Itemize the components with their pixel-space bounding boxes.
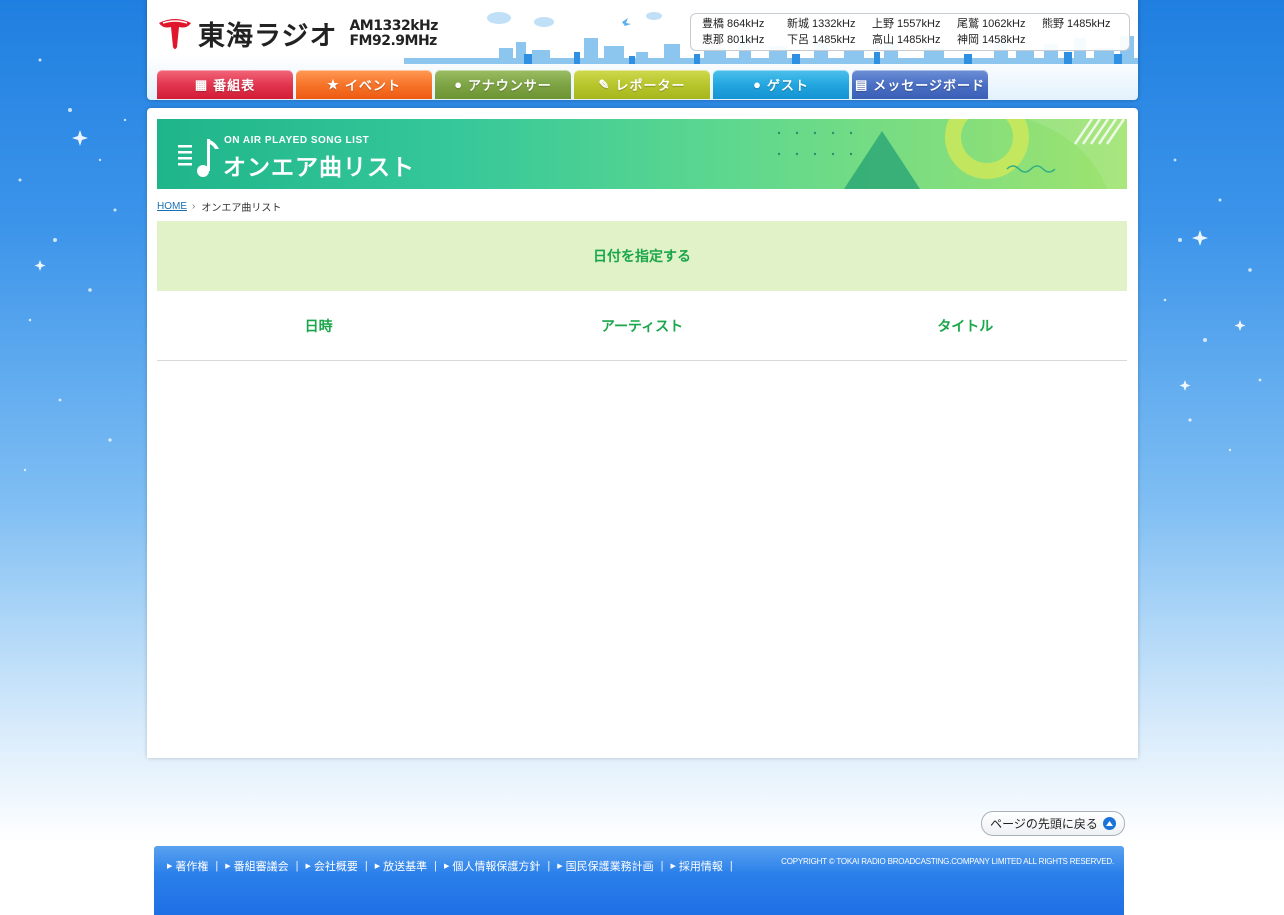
nav-tab-guest[interactable]: ● ゲスト: [713, 70, 849, 99]
nav-tab-label: 番組表: [213, 78, 256, 93]
nav-tab-program-guide[interactable]: ▦ 番組表: [157, 70, 293, 99]
nav-tab-label: レポーター: [615, 78, 686, 93]
frequency-list: 豊橋 864kHz 新城 1332kHz 上野 1557kHz 尾鷲 1062k…: [690, 13, 1130, 51]
grid-icon: ▦: [194, 76, 209, 92]
frequency-item: 新城 1332kHz: [787, 18, 856, 30]
frequency-item: 豊橋 864kHz: [702, 18, 765, 30]
divider: |: [660, 860, 664, 872]
chevron-right-icon: ›: [192, 201, 196, 212]
star-icon: ★: [327, 76, 340, 92]
logo-fm: FM92.9MHz: [349, 32, 437, 49]
logo-frequency: AM1332kHz FM92.9MHz: [349, 17, 438, 49]
nav-tab-message-board[interactable]: ▤ メッセージボード: [852, 70, 988, 99]
frequency-item: 恵那 801kHz: [702, 34, 765, 46]
divider: |: [434, 860, 437, 872]
page-top-label: ページの先頭に戻る: [990, 817, 1098, 831]
logo-text: 東海ラジオ: [198, 21, 338, 52]
site-header: 東海ラジオ AM1332kHz FM92.9MHz 豊橋 864kHz 新城 1…: [147, 0, 1138, 100]
copyright-text: COPYRIGHT © TOKAI RADIO BROADCASTING.COM…: [781, 857, 1114, 866]
main-content: ON AIR PLAYED SONG LIST オンエア曲リスト HOME › …: [147, 108, 1138, 758]
footer-link-civil-protection[interactable]: ▶ 国民保護業務計画: [557, 858, 653, 874]
nav-tab-event[interactable]: ★ イベント: [296, 70, 432, 99]
divider: |: [729, 860, 733, 872]
footer-link-label: 会社概要: [313, 861, 358, 873]
footer-link-label: 採用情報: [678, 861, 723, 873]
tokai-radio-logo-icon: [159, 18, 191, 49]
nav-tab-reporter[interactable]: ✎ レポーター: [574, 70, 710, 99]
frequency-item: 尾鷲 1062kHz: [957, 18, 1026, 30]
footer-link-broadcast-standards[interactable]: ▶ 放送基準: [375, 858, 427, 874]
divider: |: [295, 860, 299, 872]
page-top-button[interactable]: ページの先頭に戻る: [981, 811, 1125, 836]
frequency-item: 神岡 1458kHz: [957, 34, 1026, 46]
microphone-icon: ✎: [598, 76, 611, 92]
nav-tab-announcer[interactable]: ● アナウンサー: [435, 70, 571, 99]
banner-subtitle: ON AIR PLAYED SONG LIST: [224, 135, 370, 146]
site-logo[interactable]: 東海ラジオ AM1332kHz FM92.9MHz: [157, 14, 438, 53]
arrow-right-icon: ▶: [167, 863, 173, 870]
person-icon: ●: [753, 77, 762, 92]
arrow-right-icon: ▶: [557, 863, 563, 870]
footer-link-program-council[interactable]: ▶ 番組審議会: [225, 858, 288, 874]
footer-link-label: 番組審議会: [233, 861, 289, 873]
footer-link-label: 国民保護業務計画: [565, 861, 654, 873]
page-banner: ON AIR PLAYED SONG LIST オンエア曲リスト: [157, 119, 1127, 189]
arrow-right-icon: ▶: [374, 863, 381, 870]
frequency-item: 下呂 1485kHz: [787, 34, 856, 46]
breadcrumb: HOME › オンエア曲リスト: [157, 199, 281, 214]
date-picker-bar: 日付を指定する: [157, 221, 1127, 291]
frequency-item: 熊野 1485kHz: [1042, 18, 1111, 30]
nav-tab-label: メッセージボード: [873, 78, 986, 93]
divider: |: [215, 860, 219, 872]
nav-tab-label: ゲスト: [766, 78, 809, 93]
footer-link-label: 個人情報保護方針: [452, 861, 541, 873]
frequency-item: 高山 1485kHz: [872, 34, 941, 46]
board-icon: ▤: [854, 76, 869, 92]
arrow-right-icon: ▶: [305, 863, 311, 870]
footer-link-recruit[interactable]: ▶ 採用情報: [671, 858, 723, 874]
frequency-item: 上野 1557kHz: [872, 18, 941, 30]
divider: |: [547, 860, 551, 872]
footer-link-company[interactable]: ▶ 会社概要: [306, 858, 358, 874]
footer-link-copyright[interactable]: ▶ 著作権: [167, 858, 208, 874]
divider: |: [364, 860, 368, 872]
nav-tab-label: イベント: [344, 78, 401, 93]
footer-link-label: 放送基準: [383, 861, 428, 873]
person-icon: ●: [454, 77, 464, 92]
arrow-right-icon: ▶: [670, 863, 676, 870]
logo-am: AM1332kHz: [349, 17, 438, 34]
breadcrumb-home-link[interactable]: HOME: [157, 201, 187, 212]
column-header-artist: アーティスト: [600, 318, 684, 335]
date-picker-toggle[interactable]: 日付を指定する: [593, 246, 691, 266]
column-header-datetime: 日時: [304, 318, 333, 335]
nav-tab-label: アナウンサー: [468, 78, 552, 93]
song-list-header: 日時 アーティスト タイトル: [157, 291, 1127, 361]
footer-link-privacy[interactable]: ▶ 個人情報保護方針: [444, 858, 540, 874]
banner-title: オンエア曲リスト: [223, 155, 415, 181]
site-footer: ▶ 著作権 | ▶ 番組審議会 | ▶ 会社概要 | ▶ 放送基準 | ▶ 個人情報保護方…: [154, 846, 1124, 915]
arrow-up-icon: [1102, 817, 1116, 830]
arrow-right-icon: ▶: [444, 863, 450, 870]
arrow-right-icon: ▶: [225, 863, 231, 870]
column-header-title: タイトル: [937, 318, 994, 335]
main-nav: ▦ 番組表 ★ イベント ● アナウンサー ✎ レポーター ● ゲスト ▤ メッ…: [157, 70, 988, 99]
footer-links: ▶ 著作権 | ▶ 番組審議会 | ▶ 会社概要 | ▶ 放送基準 | ▶ 個人情報保護方…: [167, 858, 740, 874]
footer-link-label: 著作権: [175, 861, 209, 873]
breadcrumb-current: オンエア曲リスト: [201, 203, 282, 214]
